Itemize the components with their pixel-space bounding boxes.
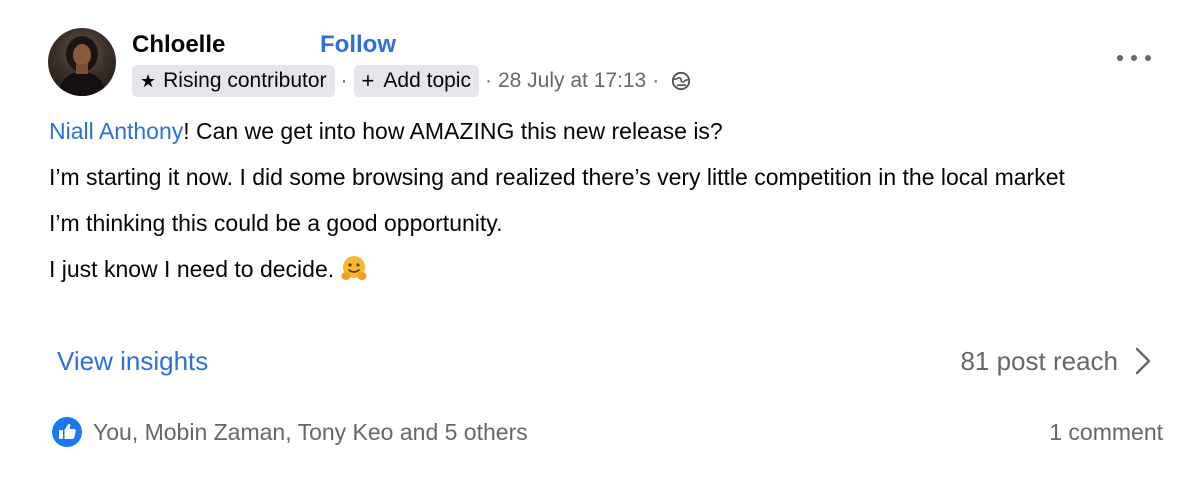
hugging-face-emoji	[341, 256, 367, 280]
view-insights-link[interactable]: View insights	[57, 343, 208, 379]
more-dot	[1145, 55, 1151, 61]
follow-button[interactable]: Follow	[320, 30, 396, 60]
post-line-4: I just know I need to decide.	[49, 252, 1159, 287]
separator-dot: ·	[652, 69, 660, 92]
post-line-1: Niall Anthony! Can we get into how AMAZI…	[49, 114, 1159, 149]
chevron-right-icon	[1135, 347, 1151, 375]
rising-contributor-badge[interactable]: ★ Rising contributor	[132, 65, 335, 97]
author-name[interactable]: Chloelle	[132, 30, 225, 60]
separator-dot: ·	[340, 69, 348, 92]
post-line-4-text: I just know I need to decide.	[49, 256, 335, 282]
reactions-summary[interactable]: You, Mobin Zaman, Tony Keo and 5 others	[51, 416, 528, 448]
plus-icon: +	[361, 68, 375, 93]
like-icon	[52, 417, 82, 447]
more-options-icon[interactable]	[1117, 46, 1151, 70]
mention-link[interactable]: Niall Anthony	[49, 118, 183, 144]
star-icon: ★	[140, 70, 157, 91]
reactions-text: You, Mobin Zaman, Tony Keo and 5 others	[93, 419, 528, 445]
profile-photo	[58, 36, 106, 96]
post-meta-row: ★ Rising contributor · + Add topic · 28 …	[132, 64, 691, 98]
post-text: Niall Anthony! Can we get into how AMAZI…	[49, 114, 1159, 298]
avatar[interactable]	[48, 28, 116, 96]
add-topic-button[interactable]: + Add topic	[353, 65, 479, 97]
add-topic-label: Add topic	[383, 69, 471, 92]
post-line-3: I’m thinking this could be a good opport…	[49, 210, 503, 236]
post-reach-label: 81 post reach	[960, 346, 1118, 376]
globe-icon[interactable]	[671, 71, 691, 91]
post-line-2: I’m starting it now. I did some browsing…	[49, 164, 1065, 190]
badge-label: Rising contributor	[163, 69, 327, 92]
more-dot	[1131, 55, 1137, 61]
post-line-1-text: ! Can we get into how AMAZING this new r…	[183, 118, 723, 144]
comments-count[interactable]: 1 comment	[1049, 416, 1163, 448]
separator-dot: ·	[484, 69, 492, 92]
post-reach[interactable]: 81 post reach	[960, 343, 1152, 379]
more-dot	[1117, 55, 1123, 61]
post-timestamp[interactable]: 28 July at 17:13	[498, 69, 646, 93]
